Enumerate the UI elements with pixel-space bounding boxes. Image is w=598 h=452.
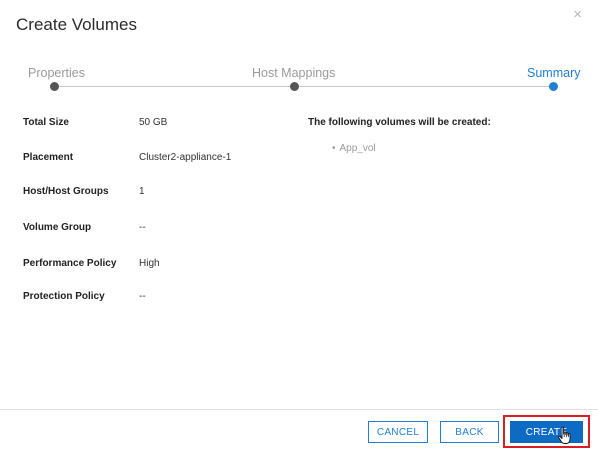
created-volumes-heading: The following volumes will be created:	[308, 117, 491, 128]
create-button-highlight	[503, 415, 590, 448]
summary-value-host-groups: 1	[139, 186, 145, 197]
dialog-title: Create Volumes	[16, 15, 137, 34]
back-button[interactable]: BACK	[440, 421, 499, 443]
summary-label-protection-policy: Protection Policy	[23, 291, 105, 302]
create-volumes-dialog: Create Volumes × Properties Host Mapping…	[0, 0, 598, 452]
wizard-stepper: Properties Host Mappings Summary	[0, 60, 598, 100]
stepper-line	[55, 86, 553, 87]
created-volume-item: • App_vol	[332, 143, 376, 154]
summary-value-protection-policy: --	[139, 291, 146, 302]
footer-divider	[0, 409, 598, 410]
hand-pointer-icon	[558, 426, 571, 444]
summary-label-total-size: Total Size	[23, 117, 69, 128]
step-label-properties[interactable]: Properties	[28, 66, 85, 80]
summary-label-host-groups: Host/Host Groups	[23, 186, 109, 197]
step-dot-properties[interactable]	[50, 82, 59, 91]
summary-label-placement: Placement	[23, 152, 74, 163]
summary-value-performance-policy: High	[139, 258, 160, 269]
created-volume-name: App_vol	[339, 143, 376, 154]
step-dot-host-mappings[interactable]	[290, 82, 299, 91]
bullet-icon: •	[332, 143, 336, 154]
summary-value-placement: Cluster2-appliance-1	[139, 152, 232, 163]
cancel-button[interactable]: CANCEL	[368, 421, 428, 443]
summary-label-performance-policy: Performance Policy	[23, 258, 117, 269]
summary-value-volume-group: --	[139, 222, 146, 233]
close-icon[interactable]: ×	[573, 6, 582, 23]
step-label-host-mappings[interactable]: Host Mappings	[252, 66, 335, 80]
summary-label-volume-group: Volume Group	[23, 222, 92, 233]
step-dot-summary	[549, 82, 558, 91]
summary-value-total-size: 50 GB	[139, 117, 168, 128]
step-label-summary: Summary	[527, 66, 581, 80]
